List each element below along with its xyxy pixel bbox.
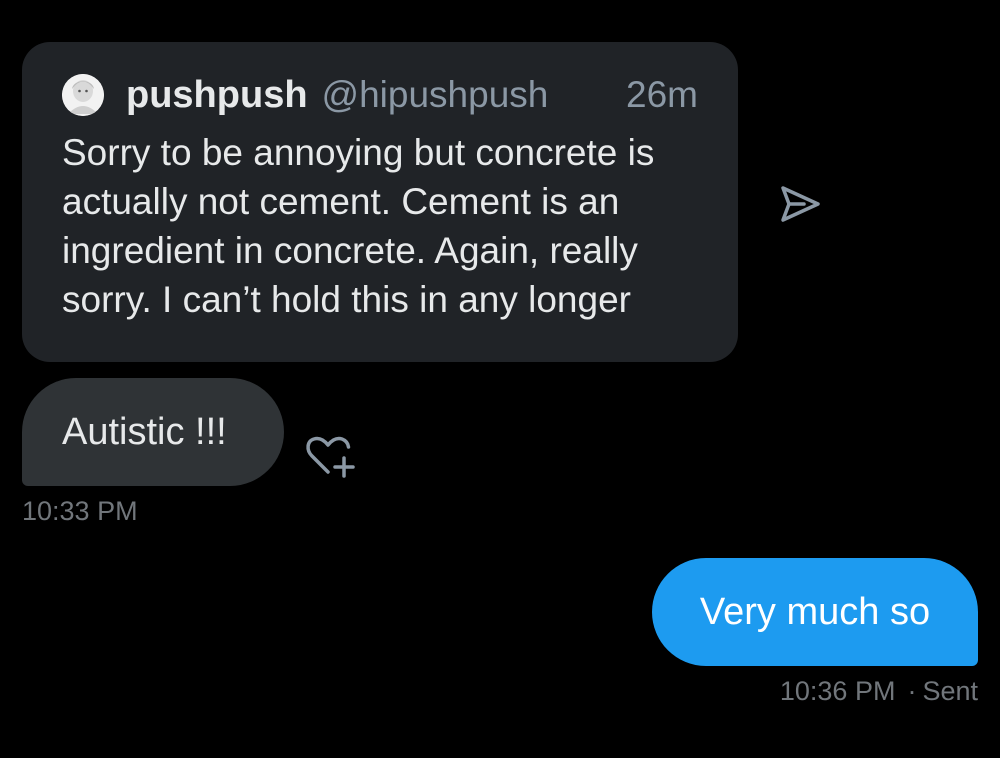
dm-conversation: pushpush @hipushpush 26m Sorry to be ann… [0, 0, 1000, 758]
user-handle[interactable]: @hipushpush [322, 74, 549, 116]
quoted-post-card[interactable]: pushpush @hipushpush 26m Sorry to be ann… [22, 42, 738, 362]
sent-message-bubble[interactable]: Very much so [652, 558, 978, 666]
post-time: 26m [626, 74, 698, 115]
meta-separator: · [907, 676, 917, 706]
sent-message-timestamp: 10:36 PM [779, 676, 896, 706]
send-icon [781, 186, 820, 222]
add-reaction-button[interactable] [304, 432, 358, 480]
quoted-post-text: Sorry to be annoying but concrete is act… [62, 132, 655, 320]
add-reaction-heart-icon [306, 436, 355, 478]
received-message-text: Autistic !!! [62, 410, 227, 453]
display-name[interactable]: pushpush [126, 74, 308, 117]
share-button[interactable] [778, 182, 822, 226]
avatar[interactable] [62, 74, 104, 116]
sent-message-text: Very much so [699, 590, 931, 633]
sent-message-meta: 10:36 PM · Sent [780, 676, 978, 707]
sent-status: Sent [922, 676, 978, 706]
received-message-bubble[interactable]: Autistic !!! [22, 378, 284, 486]
quoted-post-header: pushpush @hipushpush 26m [62, 70, 698, 120]
user-avatar-icon [62, 74, 104, 116]
received-message-timestamp: 10:33 PM [22, 496, 138, 526]
